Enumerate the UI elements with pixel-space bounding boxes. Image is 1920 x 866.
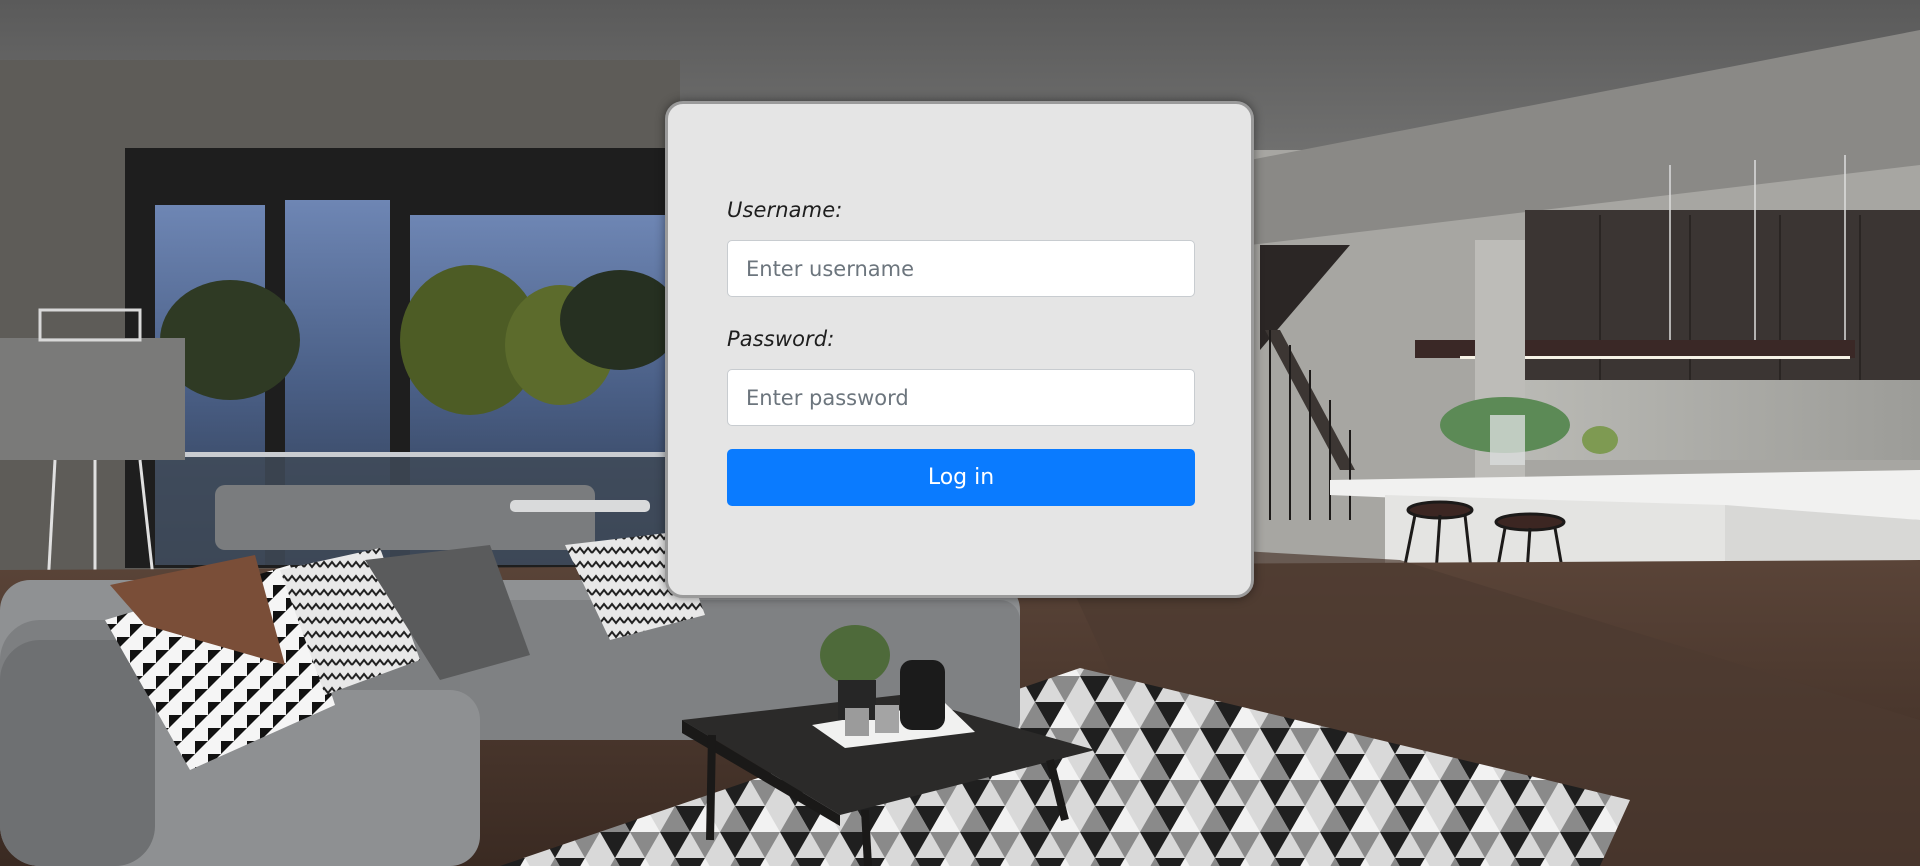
login-button[interactable]: Log in (727, 449, 1195, 506)
username-label: Username: (727, 198, 843, 222)
page-root: Username: Password: Log in (0, 0, 1920, 866)
login-card: Username: Password: Log in (665, 101, 1254, 598)
username-input[interactable] (727, 240, 1195, 297)
password-input[interactable] (727, 369, 1195, 426)
password-label: Password: (727, 327, 835, 351)
